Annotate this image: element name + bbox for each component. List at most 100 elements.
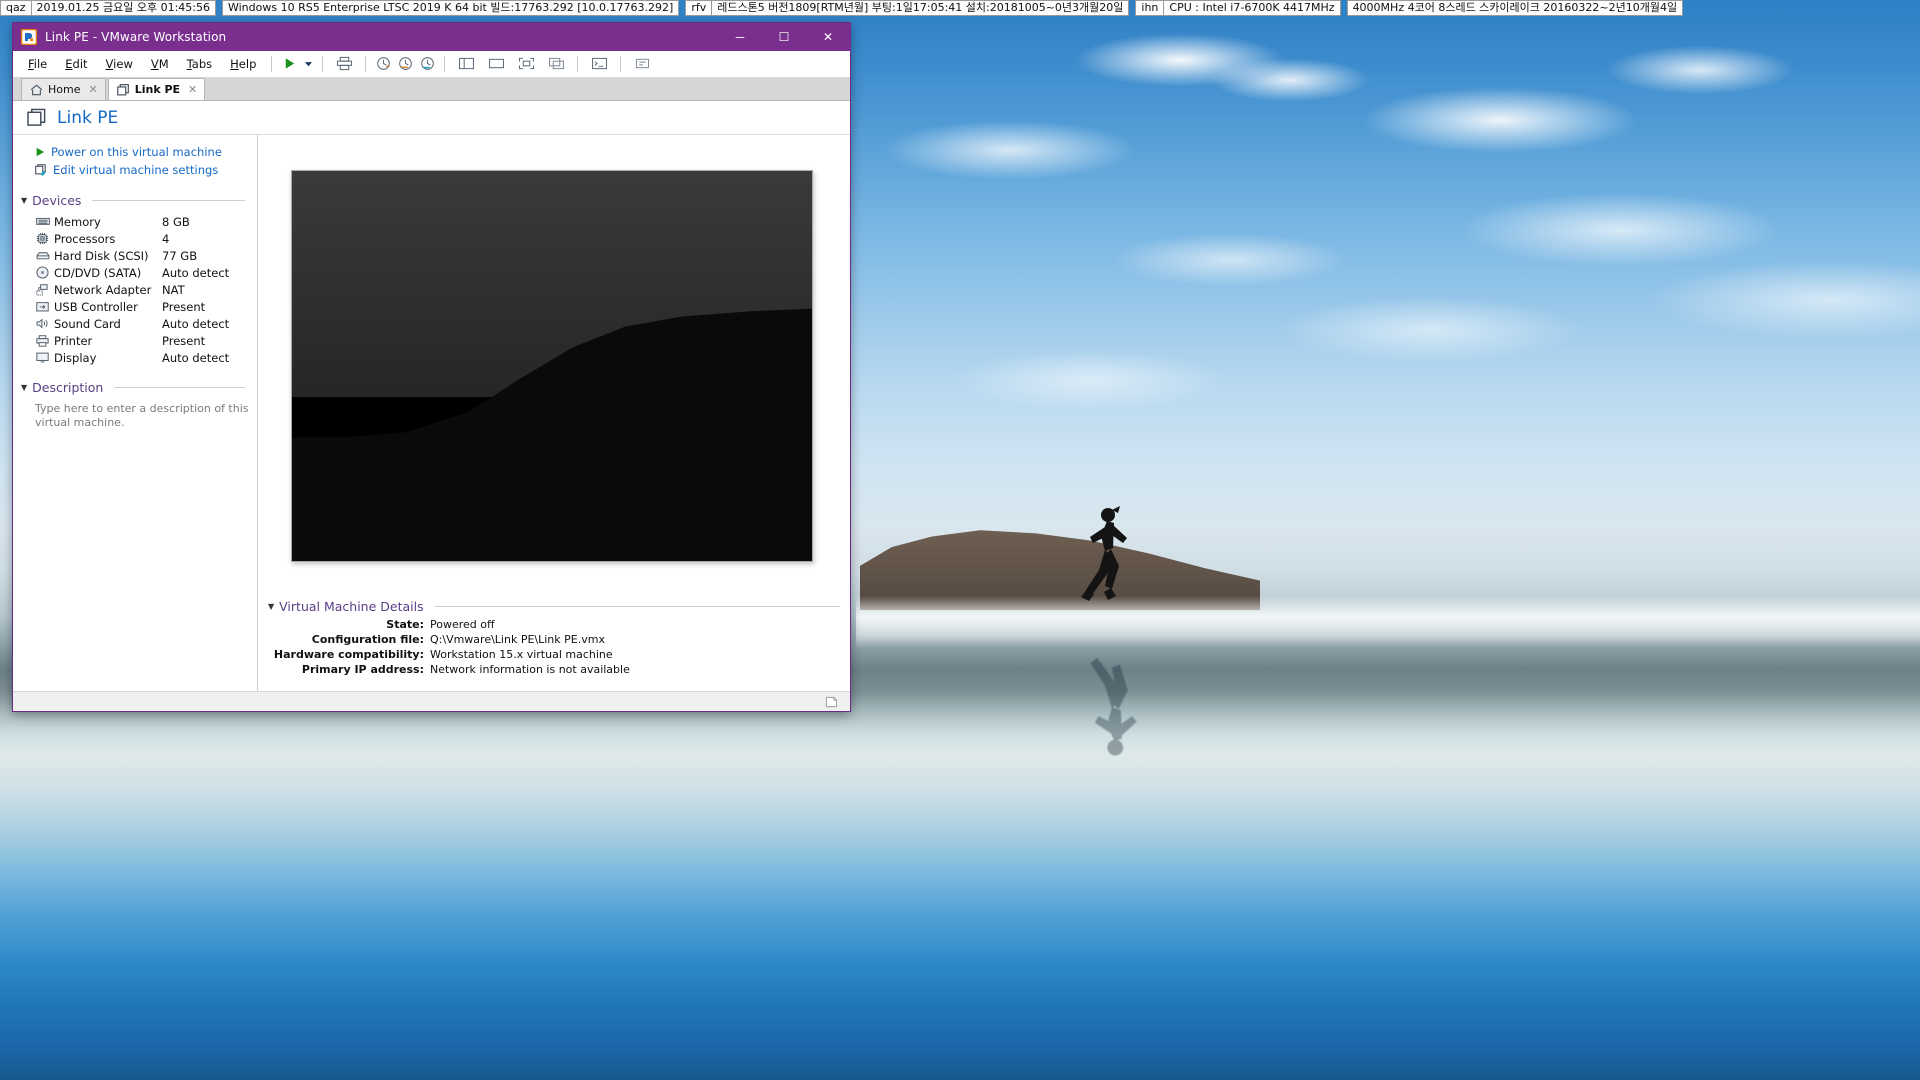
resize-grip-icon[interactable] — [825, 696, 838, 708]
devices-section-header[interactable]: ▼ Devices — [21, 193, 245, 208]
edit-vm-settings-link[interactable]: Edit virtual machine settings — [13, 161, 257, 179]
home-icon — [30, 83, 43, 96]
device-name: Printer — [54, 333, 93, 348]
device-value: Auto detect — [162, 350, 230, 365]
cpu-icon — [35, 232, 50, 246]
device-value: NAT — [162, 282, 185, 297]
window-title-text: Windows 10 RS5 Enterprise LTSC 2019 K 64… — [221, 0, 680, 16]
vm-detail-row: Primary IP address: Network information i… — [268, 662, 840, 677]
device-value: 8 GB — [162, 214, 190, 229]
window-title-text: 레드스톤5 버전1809[RTM년월] 부팅:1일17:05:41 설치:201… — [711, 0, 1130, 16]
vm-detail-value: Workstation 15.x virtual machine — [430, 648, 613, 661]
wallpaper-cliff — [860, 530, 1260, 610]
page-title: Link PE — [57, 107, 119, 128]
harddisk-icon — [35, 249, 50, 263]
show-library-icon[interactable] — [451, 54, 481, 74]
display-icon — [35, 351, 50, 365]
toolbar-separator — [365, 55, 367, 72]
description-section-header[interactable]: ▼ Description — [21, 380, 245, 395]
description-section-title: Description — [32, 380, 104, 395]
tab-label: Home — [48, 83, 81, 96]
device-row[interactable]: Display Auto detect — [13, 349, 257, 366]
window-title-text: 2019.01.25 금요일 오후 01:45:56 — [30, 0, 216, 16]
edit-vm-settings-label: Edit virtual machine settings — [53, 163, 219, 177]
taskbar-window-1[interactable]: Windows 10 RS5 Enterprise LTSC 2019 K 64… — [221, 0, 680, 16]
chevron-down-icon: ▼ — [21, 196, 28, 205]
toolbar-separator — [271, 55, 273, 72]
menu-file[interactable]: File — [19, 54, 56, 74]
taskbar-window-2[interactable]: rfv 레드스톤5 버전1809[RTM년월] 부팅:1일17:05:41 설치:… — [685, 0, 1130, 16]
description-input[interactable]: Type here to enter a description of this… — [13, 400, 257, 430]
console-view-icon[interactable] — [584, 54, 614, 74]
menu-edit[interactable]: Edit — [56, 54, 96, 74]
power-on-vm-link[interactable]: Power on this virtual machine — [13, 143, 257, 161]
vm-details-rows: State: Powered off Configuration file: Q:\V… — [268, 617, 840, 677]
device-row[interactable]: Printer Present — [13, 332, 257, 349]
unity-mode-icon[interactable] — [541, 54, 571, 74]
take-snapshot-icon[interactable] — [372, 54, 394, 74]
revert-snapshot-icon[interactable] — [394, 54, 416, 74]
taskbar-window-0[interactable]: qaz 2019.01.25 금요일 오후 01:45:56 — [0, 0, 216, 16]
menu-vm[interactable]: VM — [142, 54, 178, 74]
toolbar-separator — [444, 55, 446, 72]
vmware-workstation-window: Link PE - VMware Workstation ─ ☐ ✕ File E… — [12, 22, 851, 712]
play-triangle-icon — [35, 147, 45, 157]
show-thumbnail-bar-icon[interactable] — [481, 54, 511, 74]
device-value: Present — [162, 333, 206, 348]
vm-details-header[interactable]: ▼ Virtual Machine Details — [268, 599, 840, 614]
status-bar — [13, 691, 850, 711]
device-name: USB Controller — [54, 299, 138, 314]
section-divider — [92, 200, 245, 201]
snapshot-manager-icon[interactable] — [416, 54, 438, 74]
device-row[interactable]: USB Controller Present — [13, 298, 257, 315]
vm-detail-row: State: Powered off — [268, 617, 840, 632]
taskbar-window-4[interactable]: 4000MHz 4코어 8스레드 스카이레이크 20160322~2년10개월4… — [1346, 0, 1684, 16]
chevron-down-icon: ▼ — [268, 602, 275, 611]
close-button[interactable]: ✕ — [806, 23, 850, 51]
vm-detail-label: Hardware compatibility: — [273, 648, 424, 661]
menu-bar: File Edit View VM Tabs Help — [13, 51, 850, 77]
device-value: Present — [162, 299, 206, 314]
device-value: Auto detect — [162, 265, 230, 280]
tab-close-icon[interactable]: ✕ — [88, 83, 97, 96]
top-window-title-strip: qaz 2019.01.25 금요일 오후 01:45:56 Windows 10 … — [0, 0, 1920, 16]
device-row[interactable]: Processors 4 — [13, 230, 257, 247]
tab-home[interactable]: Home ✕ — [21, 78, 106, 100]
vm-screen-preview[interactable] — [291, 170, 813, 562]
tab-close-icon[interactable]: ✕ — [188, 83, 197, 96]
menu-view[interactable]: View — [97, 54, 142, 74]
manage-snapshots-icon[interactable] — [329, 54, 359, 74]
device-value: Auto detect — [162, 316, 230, 331]
full-screen-icon[interactable] — [511, 54, 541, 74]
cddvd-icon — [35, 266, 50, 280]
taskbar-window-3[interactable]: ihn CPU : Intel i7-6700K 4417MHz — [1135, 0, 1341, 16]
vm-details-title: Virtual Machine Details — [279, 599, 424, 614]
device-row[interactable]: Memory 8 GB — [13, 213, 257, 230]
device-value: 77 GB — [162, 248, 198, 263]
window-title: Link PE - VMware Workstation — [45, 30, 227, 44]
send-ctrl-alt-del-icon[interactable] — [627, 54, 657, 74]
edit-settings-icon — [35, 164, 47, 176]
power-on-vm-label: Power on this virtual machine — [51, 145, 222, 159]
network-icon — [35, 283, 50, 297]
maximize-button[interactable]: ☐ — [762, 23, 806, 51]
window-titlebar[interactable]: Link PE - VMware Workstation ─ ☐ ✕ — [13, 23, 850, 51]
vmware-app-icon — [21, 29, 37, 45]
menu-help[interactable]: Help — [221, 54, 265, 74]
power-dropdown-icon[interactable] — [300, 54, 316, 74]
device-name: Network Adapter — [54, 282, 152, 297]
menu-tabs[interactable]: Tabs — [178, 54, 221, 74]
tab-link-pe[interactable]: Link PE ✕ — [107, 78, 206, 100]
vm-detail-row: Configuration file: Q:\Vmware\Link PE\Lin… — [268, 632, 840, 647]
power-on-icon[interactable] — [278, 54, 300, 74]
vm-detail-label: Configuration file: — [311, 633, 424, 646]
device-row[interactable]: Sound Card Auto detect — [13, 315, 257, 332]
printer-icon — [35, 334, 50, 348]
toolbar-separator — [322, 55, 324, 72]
device-row[interactable]: CD/DVD (SATA) Auto detect — [13, 264, 257, 281]
vm-detail-label: Primary IP address: — [301, 663, 424, 676]
minimize-button[interactable]: ─ — [718, 23, 762, 51]
device-row[interactable]: Network Adapter NAT — [13, 281, 257, 298]
device-row[interactable]: Hard Disk (SCSI) 77 GB — [13, 247, 257, 264]
wallpaper-runner-silhouette — [1081, 506, 1127, 601]
